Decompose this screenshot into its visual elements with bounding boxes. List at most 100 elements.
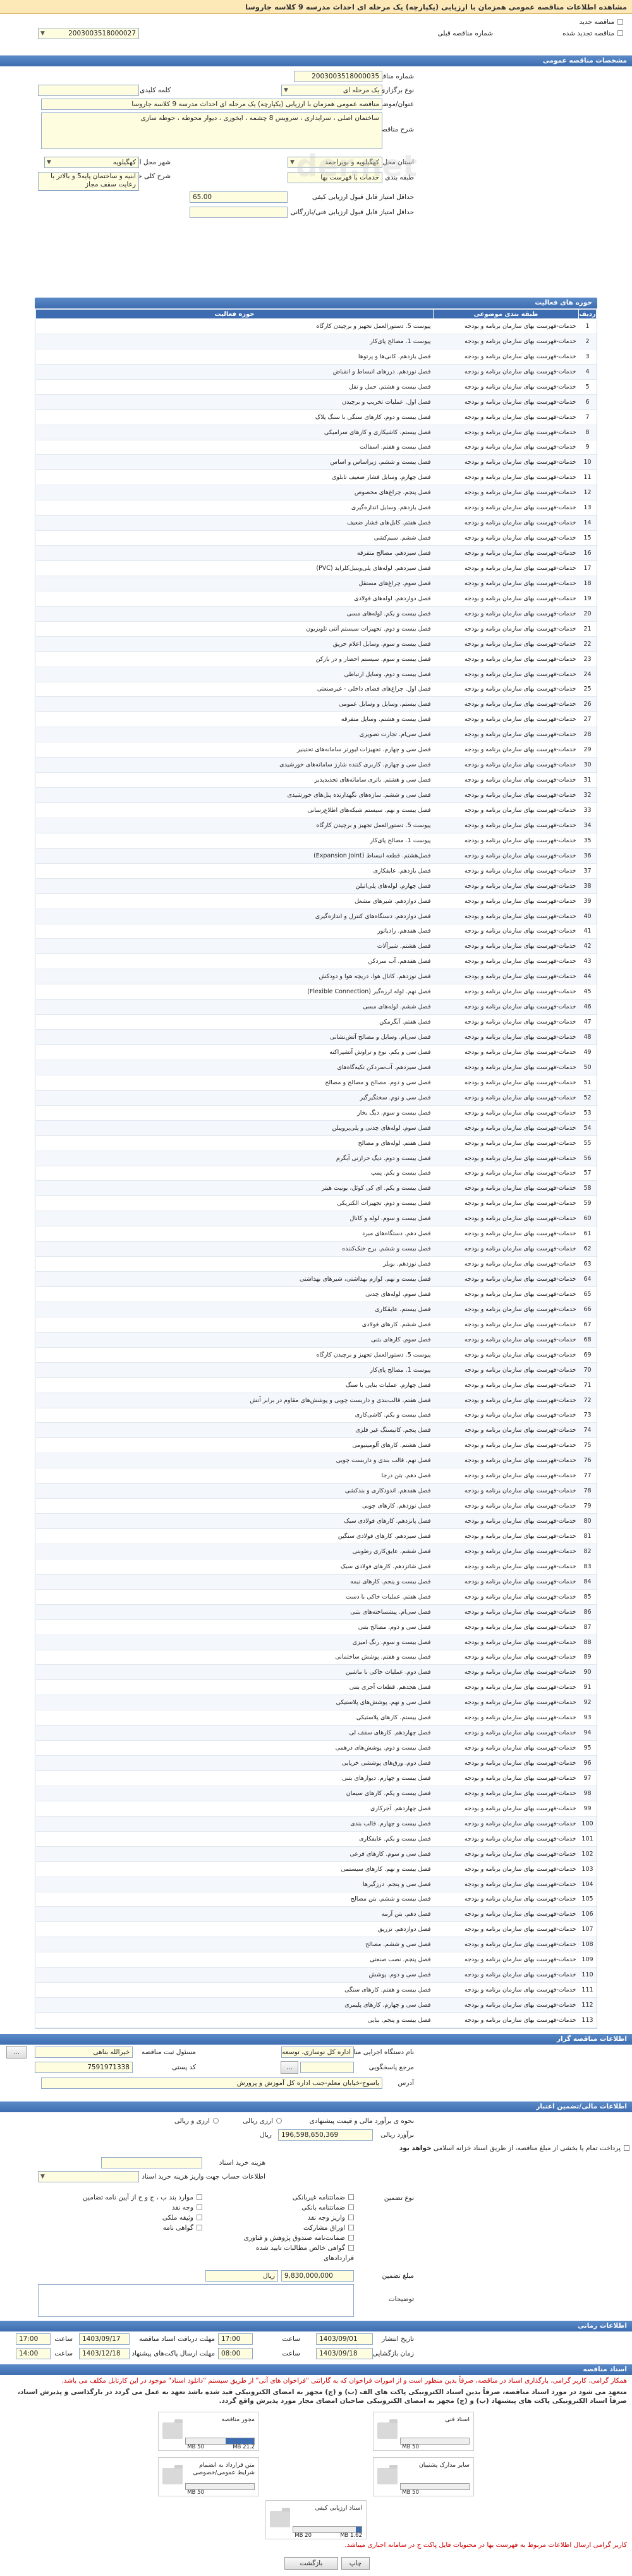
guarantee-option[interactable]: گواهی نامه bbox=[51, 2223, 202, 2233]
pub-time-label: ساعت bbox=[282, 2335, 300, 2343]
table-row: 28 خدمات-فهرست بهای سازمان برنامه و بودجه… bbox=[35, 727, 597, 743]
row-category: خدمات-فهرست بهای سازمان برنامه و بودجه bbox=[433, 1982, 579, 1999]
estimate-rial-option[interactable]: ارزی ریالی bbox=[234, 2115, 291, 2127]
checkbox-icon[interactable] bbox=[348, 2204, 354, 2210]
guarantee-option[interactable]: وجه نقد bbox=[51, 2203, 202, 2213]
type-select[interactable]: ▼ یک مرحله ای bbox=[281, 85, 382, 96]
table-row: 12 خدمات-فهرست بهای سازمان برنامه و بودجه… bbox=[35, 485, 597, 501]
file-max-size: 50 MB bbox=[187, 2489, 204, 2496]
checkbox-icon[interactable] bbox=[624, 2144, 629, 2151]
row-scope: فصل دوم. عملیات خاکی با ماشین bbox=[35, 1664, 434, 1681]
activity-table-body: 1 خدمات-فهرست بهای سازمان برنامه و بودجه پ… bbox=[35, 318, 597, 2028]
checkbox-icon[interactable] bbox=[348, 2224, 354, 2230]
updated-tender-option[interactable]: مناقصه تجدید شده bbox=[554, 28, 632, 39]
row-category: خدمات-فهرست بهای سازمان برنامه و بودجه bbox=[433, 772, 579, 789]
table-row: 91 خدمات-فهرست بهای سازمان برنامه و بودجه… bbox=[35, 1679, 597, 1696]
row-number: 7 bbox=[578, 409, 597, 425]
row-number: 112 bbox=[578, 1997, 597, 2013]
browse-button[interactable]: ... bbox=[6, 2045, 27, 2059]
old-number-select[interactable]: ▼ 2003003518000027 bbox=[38, 28, 139, 39]
row-number: 110 bbox=[578, 1967, 597, 1983]
row-number: 30 bbox=[578, 757, 597, 773]
progress-fill bbox=[225, 2438, 254, 2444]
file-name: اسناد فنی bbox=[445, 2416, 470, 2423]
file-box[interactable]: متن قرارداد به انضمام شرایط عمومی/خصوصی 5… bbox=[158, 2457, 259, 2496]
guarantee-option[interactable]: وثیقه ملکی bbox=[51, 2213, 202, 2223]
row-scope: پیوست 5. دستورالعمل تجهیز و برچیدن کارگا… bbox=[35, 818, 434, 833]
row-number: 69 bbox=[578, 1347, 597, 1363]
checkbox-icon[interactable] bbox=[348, 2194, 354, 2200]
unit-browse-button[interactable]: ... bbox=[281, 2060, 298, 2074]
row-scope: فصل بیست و یکم. عایقکاری bbox=[35, 1831, 434, 1847]
row-number: 25 bbox=[578, 682, 597, 698]
row-number: 73 bbox=[578, 1408, 597, 1424]
chevron-down-icon: ▼ bbox=[40, 30, 45, 37]
keyword-field[interactable] bbox=[38, 85, 139, 96]
file-box[interactable]: اسناد ارزیابی کیفی 1.62 MB 20 MB bbox=[265, 2500, 367, 2539]
desc-field[interactable]: ساختمان اصلی ، سرایداری ، سرویس 8 چشمه ،… bbox=[41, 112, 382, 149]
row-scope: فصل سی و چهارم. کاربری کننده شارژ سامانه… bbox=[35, 757, 434, 773]
row-scope: فصل بیستم. عایقکاری bbox=[35, 1302, 434, 1317]
guarantee-option[interactable]: گواهی خالص مطالبات تایید شده قراردادهای bbox=[228, 2243, 354, 2262]
table-row: 103 خدمات-فهرست بهای سازمان برنامه و بودج… bbox=[35, 1861, 597, 1877]
print-button[interactable]: چاپ bbox=[341, 2556, 370, 2570]
docs-note-1: همکار گرامی، کاربر گرامی، بارگذاری اسناد… bbox=[61, 2376, 627, 2385]
file-box[interactable]: اسناد فنی 50 MB bbox=[373, 2411, 474, 2451]
guarantee-option[interactable]: موارد بند ب ، ج و ح از آیین نامه تضامین bbox=[51, 2192, 202, 2203]
estimate-fx-option[interactable]: ارزی و ریالی bbox=[166, 2115, 228, 2127]
row-number: 100 bbox=[578, 1816, 597, 1832]
row-number: 75 bbox=[578, 1437, 597, 1454]
section-schedule: اطلاعات زمانی bbox=[0, 2320, 632, 2331]
row-number: 93 bbox=[578, 1710, 597, 1726]
checkbox-icon[interactable] bbox=[197, 2224, 202, 2230]
table-row: 31 خدمات-فهرست بهای سازمان برنامه و بودجه… bbox=[35, 772, 597, 789]
table-row: 46 خدمات-فهرست بهای سازمان برنامه و بودجه… bbox=[35, 999, 597, 1015]
table-row: 29 خدمات-فهرست بهای سازمان برنامه و بودجه… bbox=[35, 742, 597, 758]
province-select[interactable]: ▼ کهگیلویه و بویراحمد bbox=[288, 157, 382, 168]
radio-icon[interactable] bbox=[276, 2117, 282, 2124]
radio-icon[interactable] bbox=[213, 2117, 219, 2124]
payment-option[interactable]: پرداخت تمام یا بخشی از مبلغ مناقصه، از ط… bbox=[391, 2143, 632, 2154]
table-row: 17 خدمات-فهرست بهای سازمان برنامه و بودجه… bbox=[35, 560, 597, 576]
table-row: 32 خدمات-فهرست بهای سازمان برنامه و بودجه… bbox=[35, 787, 597, 803]
row-category: خدمات-فهرست بهای سازمان برنامه و بودجه bbox=[433, 1090, 579, 1106]
guarantee-option[interactable]: واریز وجه نقد bbox=[228, 2213, 354, 2223]
subject-field[interactable]: مناقصه عمومی همزمان با ارزیابی (یکپارچه)… bbox=[41, 99, 382, 110]
file-max-size: 50 MB bbox=[187, 2443, 204, 2450]
row-scope: فصل دوازدهم. لوله‌های فولادی bbox=[35, 591, 434, 607]
checkbox-icon[interactable] bbox=[197, 2204, 202, 2210]
back-button[interactable]: بازگشت bbox=[284, 2556, 338, 2570]
row-scope: فصل بیستم. کاشیکاری و کارهای سرامیکی bbox=[35, 425, 434, 440]
guarantee-option[interactable]: ضمانتنامه غیربانکی bbox=[228, 2192, 354, 2203]
row-number: 102 bbox=[578, 1846, 597, 1862]
row-scope: فصل هفتم. قالب‌بندی و داربست چوبی و پوشش… bbox=[35, 1393, 434, 1408]
row-number: 1 bbox=[578, 318, 597, 334]
row-scope: فصل بیست و یکم. کاشی‌کاری bbox=[35, 1408, 434, 1424]
checkbox-icon[interactable] bbox=[197, 2214, 202, 2220]
city-select[interactable]: ▼ کهگیلویه bbox=[44, 157, 139, 168]
table-row: 61 خدمات-فهرست بهای سازمان برنامه و بودجه… bbox=[35, 1226, 597, 1242]
checkbox-icon[interactable] bbox=[348, 2234, 354, 2240]
row-category: خدمات-فهرست بهای سازمان برنامه و بودجه bbox=[433, 696, 579, 713]
row-scope: فصل یازدهم. وسایل اندازه‌گیری bbox=[35, 500, 434, 516]
guarantee-unit-field: ریال bbox=[205, 2270, 278, 2282]
new-tender-checkbox[interactable] bbox=[617, 19, 623, 25]
guarantee-option[interactable]: ضمانت‌نامه صندوق پژوهش و فناوری bbox=[228, 2233, 354, 2243]
row-category: خدمات-فهرست بهای سازمان برنامه و بودجه bbox=[433, 1317, 579, 1333]
new-tender-option[interactable]: مناقصه جدید bbox=[570, 16, 632, 28]
checkbox-icon[interactable] bbox=[348, 2244, 354, 2251]
file-box[interactable]: سایر مدارک پشتیبان 50 MB bbox=[373, 2457, 474, 2496]
table-row: 22 خدمات-فهرست بهای سازمان برنامه و بودجه… bbox=[35, 636, 597, 652]
amount-unit: ریال bbox=[260, 2131, 272, 2139]
updated-tender-checkbox[interactable] bbox=[617, 30, 623, 36]
account-select[interactable]: ▼ bbox=[38, 2170, 139, 2182]
row-number: 79 bbox=[578, 1498, 597, 1515]
guarantee-option[interactable]: ضمانتنامه بانکی bbox=[228, 2203, 354, 2213]
row-scope: فصل چهاردهم. کارهای سقف لی bbox=[35, 1725, 434, 1741]
checkbox-icon[interactable] bbox=[197, 2194, 202, 2200]
table-row: 10 خدمات-فهرست بهای سازمان برنامه و بودجه… bbox=[35, 454, 597, 471]
row-category: خدمات-فهرست بهای سازمان برنامه و بودجه bbox=[433, 1635, 579, 1650]
checkbox-icon[interactable] bbox=[348, 2214, 354, 2220]
guarantee-option[interactable]: اوراق مشارکت bbox=[228, 2223, 354, 2233]
file-box[interactable]: مجوز مناقصه 21.2 MB 50 MB bbox=[158, 2411, 259, 2451]
